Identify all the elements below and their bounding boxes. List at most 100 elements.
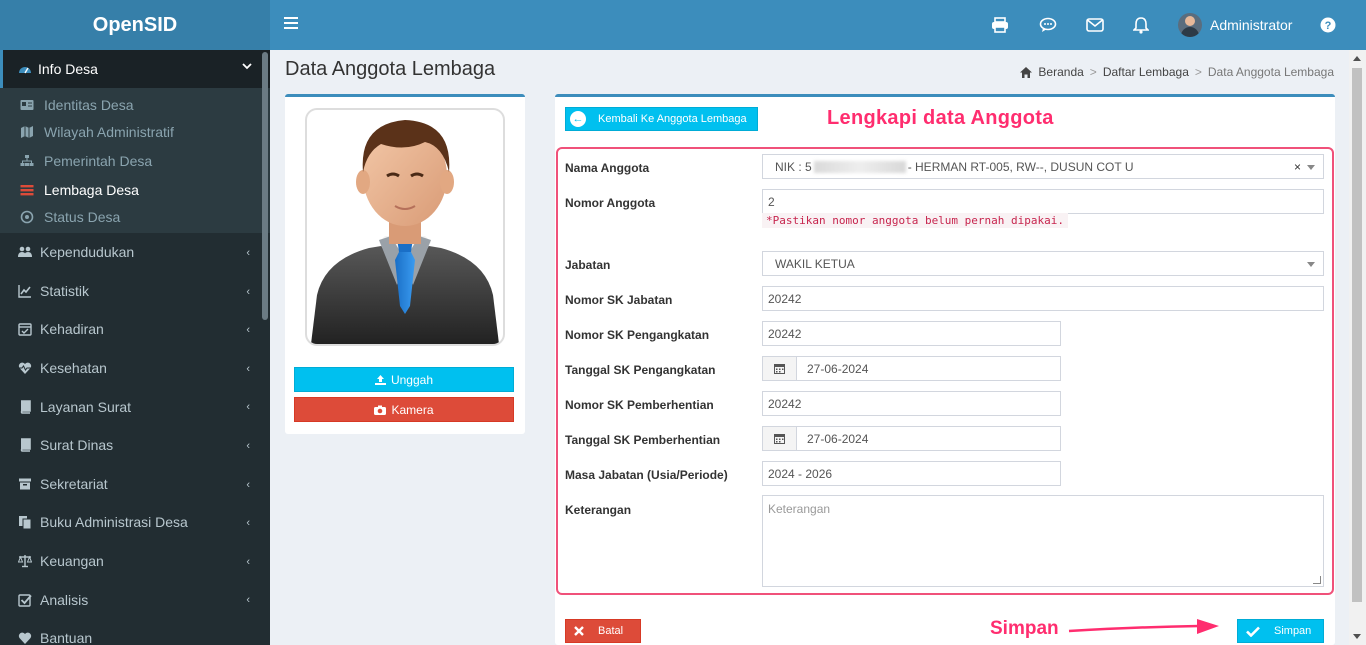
calendar-icon bbox=[763, 357, 797, 380]
sidebar-item-lembaga-desa[interactable]: Lembaga Desa bbox=[0, 175, 270, 204]
sidebar-item-keuangan[interactable]: Keuangan ‹ bbox=[0, 542, 270, 581]
masa-jabatan-value: 2024 - 2026 bbox=[768, 466, 833, 481]
users-icon bbox=[18, 246, 32, 258]
sidebar-item-label: Layanan Surat bbox=[40, 398, 132, 415]
photo-panel: Unggah Kamera bbox=[285, 94, 525, 434]
archive-icon bbox=[19, 478, 31, 490]
breadcrumb-daftar-lembaga[interactable]: Daftar Lembaga bbox=[1103, 65, 1189, 79]
nomor-anggota-input[interactable]: 2 bbox=[762, 189, 1324, 214]
nomor-sk-pengangkatan-value: 20242 bbox=[768, 326, 802, 341]
jabatan-value: WAKIL KETUA bbox=[775, 256, 855, 271]
user-menu[interactable]: Administrator bbox=[1178, 12, 1292, 38]
sidebar-item-status-desa[interactable]: Status Desa bbox=[0, 204, 270, 233]
breadcrumb-home[interactable]: Beranda bbox=[1038, 65, 1083, 79]
nomor-anggota-hint: *Pastikan nomor anggota belum pernah dip… bbox=[762, 213, 1069, 228]
nomor-sk-pemberhentian-value: 20242 bbox=[768, 396, 802, 411]
cancel-button[interactable]: Batal bbox=[565, 619, 641, 643]
resize-handle[interactable] bbox=[1313, 576, 1321, 584]
close-icon bbox=[574, 626, 584, 636]
sidebar-item-pemerintah-desa[interactable]: Pemerintah Desa bbox=[0, 146, 270, 175]
sidebar-item-label: Kependudukan bbox=[40, 244, 135, 261]
member-photo bbox=[305, 108, 505, 346]
scrollbar-thumb[interactable] bbox=[1352, 68, 1362, 602]
tanggal-sk-pengangkatan-input[interactable]: 27-06-2024 bbox=[762, 356, 1061, 381]
sidebar-item-label: Sekretariat bbox=[40, 475, 108, 492]
book-icon bbox=[20, 399, 31, 414]
calendar-icon bbox=[763, 427, 797, 450]
sidebar-item-label: Surat Dinas bbox=[40, 437, 114, 454]
sidebar-item-kependudukan[interactable]: Kependudukan ‹ bbox=[0, 233, 270, 272]
nomor-sk-jabatan-value: 20242 bbox=[768, 291, 802, 306]
heart-icon bbox=[18, 632, 32, 645]
bell-icon[interactable] bbox=[1131, 15, 1151, 35]
list-icon bbox=[20, 184, 34, 195]
nomor-sk-pengangkatan-input[interactable]: 20242 bbox=[762, 321, 1061, 346]
chevron-left-icon: ‹ bbox=[246, 247, 250, 259]
sidebar-item-kesehatan[interactable]: Kesehatan ‹ bbox=[0, 349, 270, 388]
sidebar-item-label: Wilayah Administratif bbox=[44, 123, 174, 140]
sidebar-item-buku-administrasi-desa[interactable]: Buku Administrasi Desa ‹ bbox=[0, 503, 270, 542]
breadcrumb-separator: > bbox=[1194, 65, 1202, 79]
copy-icon bbox=[19, 516, 32, 530]
home-icon bbox=[1020, 66, 1033, 78]
scroll-up-icon[interactable] bbox=[1353, 56, 1361, 61]
masa-jabatan-label: Masa Jabatan (Usia/Periode) bbox=[565, 468, 728, 482]
camera-button-label: Kamera bbox=[391, 402, 434, 417]
sidebar-item-layanan-surat[interactable]: Layanan Surat ‹ bbox=[0, 387, 270, 426]
app-logo[interactable]: OpenSID bbox=[0, 0, 270, 50]
sidebar-item-label: Keuangan bbox=[40, 553, 104, 570]
comments-icon[interactable] bbox=[1038, 15, 1058, 35]
jabatan-select[interactable]: WAKIL KETUA bbox=[762, 251, 1324, 276]
cancel-button-label: Batal bbox=[598, 625, 624, 637]
breadcrumb-current: Data Anggota Lembaga bbox=[1207, 65, 1334, 79]
arrow-left-icon: ← bbox=[570, 111, 586, 127]
nomor-sk-pemberhentian-input[interactable]: 20242 bbox=[762, 391, 1061, 416]
caret-down-icon bbox=[1307, 262, 1315, 267]
check-icon bbox=[1246, 626, 1260, 637]
page-scrollbar[interactable] bbox=[1349, 50, 1366, 645]
camera-button[interactable]: Kamera bbox=[294, 397, 514, 422]
chevron-left-icon: ‹ bbox=[246, 324, 250, 337]
envelope-icon[interactable] bbox=[1085, 15, 1105, 35]
sidebar-item-kehadiran[interactable]: Kehadiran ‹ bbox=[0, 310, 270, 349]
sidebar-item-bantuan[interactable]: Bantuan bbox=[0, 619, 270, 645]
sidebar-item-surat-dinas[interactable]: Surat Dinas ‹ bbox=[0, 426, 270, 465]
sidebar-item-label: Kesehatan bbox=[40, 360, 107, 377]
sidebar-item-label: Pemerintah Desa bbox=[44, 152, 153, 169]
sidebar-submenu: Identitas Desa Wilayah Administratif Pem… bbox=[0, 88, 270, 233]
back-to-members-button[interactable]: ← Kembali Ke Anggota Lembaga bbox=[565, 107, 758, 131]
chevron-left-icon: ‹ bbox=[246, 555, 250, 568]
sidebar-item-label: Buku Administrasi Desa bbox=[40, 514, 188, 531]
sidebar-item-label: Kehadiran bbox=[40, 321, 104, 338]
sidebar-item-sekretariat[interactable]: Sekretariat ‹ bbox=[0, 465, 270, 504]
sidebar-item-identitas-desa[interactable]: Identitas Desa bbox=[0, 88, 270, 117]
member-form-panel: ← Kembali Ke Anggota Lembaga Lengkapi da… bbox=[555, 94, 1335, 645]
clear-icon[interactable]: × bbox=[1294, 160, 1301, 174]
nama-anggota-suffix: - HERMAN RT-005, RW--, DUSUN COT U bbox=[907, 159, 1134, 174]
nomor-sk-jabatan-input[interactable]: 20242 bbox=[762, 286, 1324, 311]
nama-anggota-select[interactable]: NIK : 5 - HERMAN RT-005, RW--, DUSUN COT… bbox=[762, 154, 1324, 179]
sidebar-item-statistik[interactable]: Statistik ‹ bbox=[0, 272, 270, 311]
sidebar-item-label: Status Desa bbox=[44, 208, 121, 225]
keterangan-textarea[interactable]: Keterangan bbox=[762, 495, 1324, 587]
sidebar-item-info-desa[interactable]: Info Desa bbox=[0, 50, 270, 88]
chevron-down-icon bbox=[242, 63, 252, 70]
upload-button[interactable]: Unggah bbox=[294, 367, 514, 392]
save-button[interactable]: Simpan bbox=[1237, 619, 1324, 643]
sidebar-toggle-icon[interactable] bbox=[284, 14, 298, 32]
scroll-down-icon[interactable] bbox=[1353, 634, 1361, 639]
breadcrumb-separator: > bbox=[1089, 65, 1097, 79]
sidebar-item-analisis[interactable]: Analisis ‹ bbox=[0, 580, 270, 619]
help-icon[interactable]: ? bbox=[1318, 15, 1338, 35]
print-icon[interactable] bbox=[990, 15, 1010, 35]
tanggal-sk-pemberhentian-input[interactable]: 27-06-2024 bbox=[762, 426, 1061, 451]
camera-icon bbox=[374, 405, 387, 415]
dashboard-icon bbox=[19, 67, 31, 74]
masa-jabatan-input[interactable]: 2024 - 2026 bbox=[762, 461, 1061, 486]
sidebar-item-label: Lembaga Desa bbox=[44, 181, 139, 198]
book-icon bbox=[20, 438, 31, 453]
sidebar-item-label: Statistik bbox=[40, 282, 90, 299]
sidebar-item-wilayah-administratif[interactable]: Wilayah Administratif bbox=[0, 117, 270, 146]
sidebar-scrollbar[interactable] bbox=[262, 52, 268, 320]
tanggal-sk-pemberhentian-label: Tanggal SK Pemberhentian bbox=[565, 433, 721, 447]
